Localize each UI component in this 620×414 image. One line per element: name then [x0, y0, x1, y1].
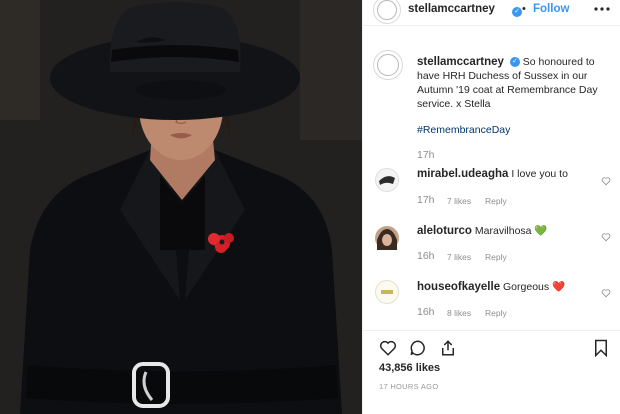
- comment-row: aleloturco Maravilhosa 💚: [417, 224, 548, 237]
- caption-avatar[interactable]: [373, 50, 403, 80]
- caption-time: 17h: [417, 149, 435, 161]
- comment-row: houseofkayelle Gorgeous ❤️: [417, 280, 565, 293]
- caption-block: stellamccartney ✓ So honoured to have HR…: [417, 55, 613, 111]
- reply-button[interactable]: Reply: [485, 252, 507, 262]
- comment-heart-icon[interactable]: [601, 176, 611, 186]
- comment-emoji: ❤️: [552, 281, 566, 293]
- separator-dot: •: [522, 3, 526, 15]
- likes-count[interactable]: 43,856 likes: [379, 362, 440, 374]
- follow-button[interactable]: Follow: [533, 3, 569, 15]
- verified-icon: ✓: [509, 3, 522, 21]
- comment-row: mirabel.udeagha I love you to: [417, 168, 568, 180]
- comment-text: Gorgeous: [503, 281, 550, 293]
- comment-time: 17h: [417, 194, 435, 206]
- comment-avatar[interactable]: [375, 280, 399, 304]
- comment-likes[interactable]: 7 likes: [447, 196, 471, 206]
- comment-likes[interactable]: 8 likes: [447, 308, 471, 318]
- more-options-icon[interactable]: [593, 6, 611, 12]
- comment-username[interactable]: mirabel.udeagha: [417, 168, 508, 180]
- comment-username[interactable]: houseofkayelle: [417, 281, 500, 293]
- comment-icon[interactable]: [409, 339, 427, 357]
- post-side-panel: stellamccartney ✓ • Follow stellamccartn…: [362, 0, 620, 414]
- post-actions: [363, 330, 620, 357]
- share-icon[interactable]: [439, 339, 457, 357]
- photo-illustration: [0, 0, 362, 414]
- like-heart-icon[interactable]: [379, 339, 397, 357]
- header-username[interactable]: stellamccartney: [408, 3, 495, 15]
- avatar-image: [377, 229, 397, 250]
- reply-button[interactable]: Reply: [485, 196, 507, 206]
- comment-heart-icon[interactable]: [601, 288, 611, 298]
- avatar-image: [379, 176, 395, 185]
- comment-text: I love you to: [511, 168, 568, 180]
- comment-avatar[interactable]: [375, 226, 399, 250]
- verified-icon: ✓: [509, 57, 520, 68]
- comment-time: 16h: [417, 306, 435, 318]
- comment-emoji: 💚: [534, 225, 548, 237]
- comment-avatar[interactable]: [375, 168, 399, 192]
- comment-time: 16h: [417, 250, 435, 262]
- hashtag-link[interactable]: #RemembranceDay: [417, 124, 510, 136]
- comment-text: Maravilhosa: [474, 225, 532, 237]
- comment-likes[interactable]: 7 likes: [447, 252, 471, 262]
- avatar-image: [381, 290, 393, 294]
- comment-heart-icon[interactable]: [601, 232, 611, 242]
- post-header: stellamccartney ✓ • Follow: [363, 0, 620, 26]
- reply-button[interactable]: Reply: [485, 308, 507, 318]
- bookmark-icon[interactable]: [593, 339, 609, 357]
- post-photo[interactable]: [0, 0, 362, 414]
- account-avatar[interactable]: [373, 0, 401, 24]
- post-timestamp: 17 HOURS AGO: [379, 382, 439, 391]
- comment-username[interactable]: aleloturco: [417, 225, 472, 237]
- caption-username[interactable]: stellamccartney: [417, 56, 504, 68]
